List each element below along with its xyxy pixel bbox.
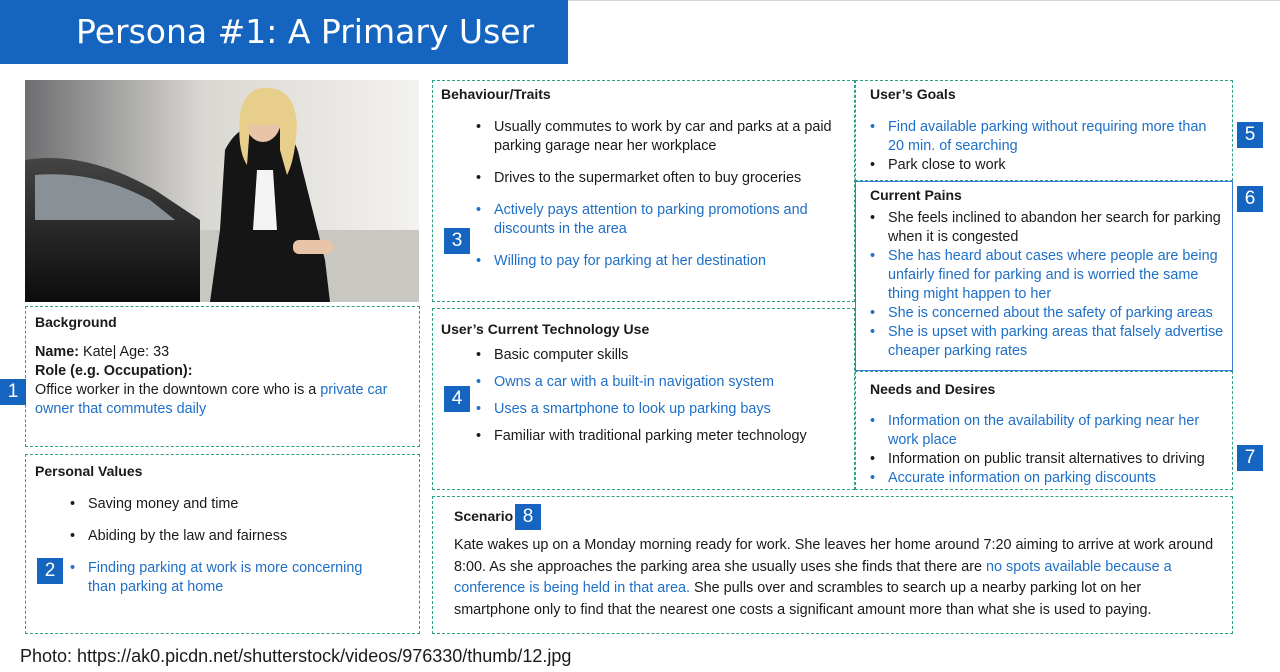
behaviour-item: Actively pays attention to parking promo… — [474, 201, 844, 239]
photo-credit: Photo: https://ak0.picdn.net/shutterstoc… — [20, 646, 572, 666]
badge-1: 1 — [0, 379, 26, 405]
behaviour-item: Usually commutes to work by car and park… — [474, 118, 844, 156]
page-title: Persona #1: A Primary User — [0, 0, 568, 64]
technology-item: Owns a car with a built-in navigation sy… — [474, 373, 844, 392]
scenario-text: Kate wakes up on a Monday morning ready … — [454, 537, 1214, 619]
badge-4: 4 — [444, 386, 470, 412]
top-divider — [568, 0, 1280, 1]
badge-5: 5 — [1237, 122, 1263, 148]
badge-7: 7 — [1237, 445, 1263, 471]
pain-item: She is upset with parking areas that fal… — [868, 323, 1228, 361]
need-item: Information on the availability of parki… — [868, 412, 1223, 450]
badge-8: 8 — [515, 504, 541, 530]
personal-values-heading: Personal Values — [35, 463, 143, 479]
scenario-heading: Scenario — [454, 508, 514, 524]
value-item: Finding parking at work is more concerni… — [68, 559, 388, 597]
background-heading: Background — [35, 314, 117, 330]
badge-6: 6 — [1237, 186, 1263, 212]
badge-2: 2 — [37, 558, 63, 584]
goal-item: Park close to work — [868, 156, 1223, 175]
needs-heading: Needs and Desires — [870, 381, 996, 397]
pains-heading: Current Pains — [870, 187, 962, 203]
persona-photo — [25, 80, 419, 302]
needs-card: Needs and Desires Information on the ava… — [855, 371, 1233, 490]
technology-item: Uses a smartphone to look up parking bay… — [474, 400, 844, 419]
goals-heading: User’s Goals — [870, 86, 956, 102]
personal-values-card: Personal Values Saving money and time Ab… — [25, 454, 420, 634]
role-text: Office worker in the downtown core who i… — [35, 382, 388, 417]
technology-item: Familiar with traditional parking meter … — [474, 427, 844, 446]
badge-3: 3 — [444, 228, 470, 254]
scenario-card: Scenario 8 Kate wakes up on a Monday mor… — [432, 496, 1233, 634]
behaviour-card: Behaviour/Traits Usually commutes to wor… — [432, 80, 855, 302]
goal-item: Find available parking without requiring… — [868, 118, 1223, 156]
technology-item: Basic computer skills — [474, 346, 844, 365]
behaviour-item: Drives to the supermarket often to buy g… — [474, 169, 844, 188]
role-label: Role (e.g. Occupation): — [35, 363, 193, 379]
pain-item: She is concerned about the safety of par… — [868, 304, 1228, 323]
goals-card: User’s Goals Find available parking with… — [855, 80, 1233, 181]
need-item: Accurate information on parking discount… — [868, 469, 1223, 488]
pains-card: Current Pains She feels inclined to aban… — [855, 181, 1233, 371]
behaviour-heading: Behaviour/Traits — [441, 86, 551, 102]
name-line: Name: Kate| Age: 33 — [35, 344, 170, 360]
background-card: Background Name: Kate| Age: 33 Role (e.g… — [25, 306, 420, 447]
technology-card: User’s Current Technology Use Basic comp… — [432, 308, 855, 490]
pain-item: She has heard about cases where people a… — [868, 247, 1228, 304]
technology-heading: User’s Current Technology Use — [441, 321, 650, 337]
behaviour-item: Willing to pay for parking at her destin… — [474, 252, 844, 271]
need-item: Information on public transit alternativ… — [868, 450, 1223, 469]
value-item: Saving money and time — [68, 495, 388, 514]
pain-item: She feels inclined to abandon her search… — [868, 209, 1228, 247]
value-item: Abiding by the law and fairness — [68, 527, 388, 546]
